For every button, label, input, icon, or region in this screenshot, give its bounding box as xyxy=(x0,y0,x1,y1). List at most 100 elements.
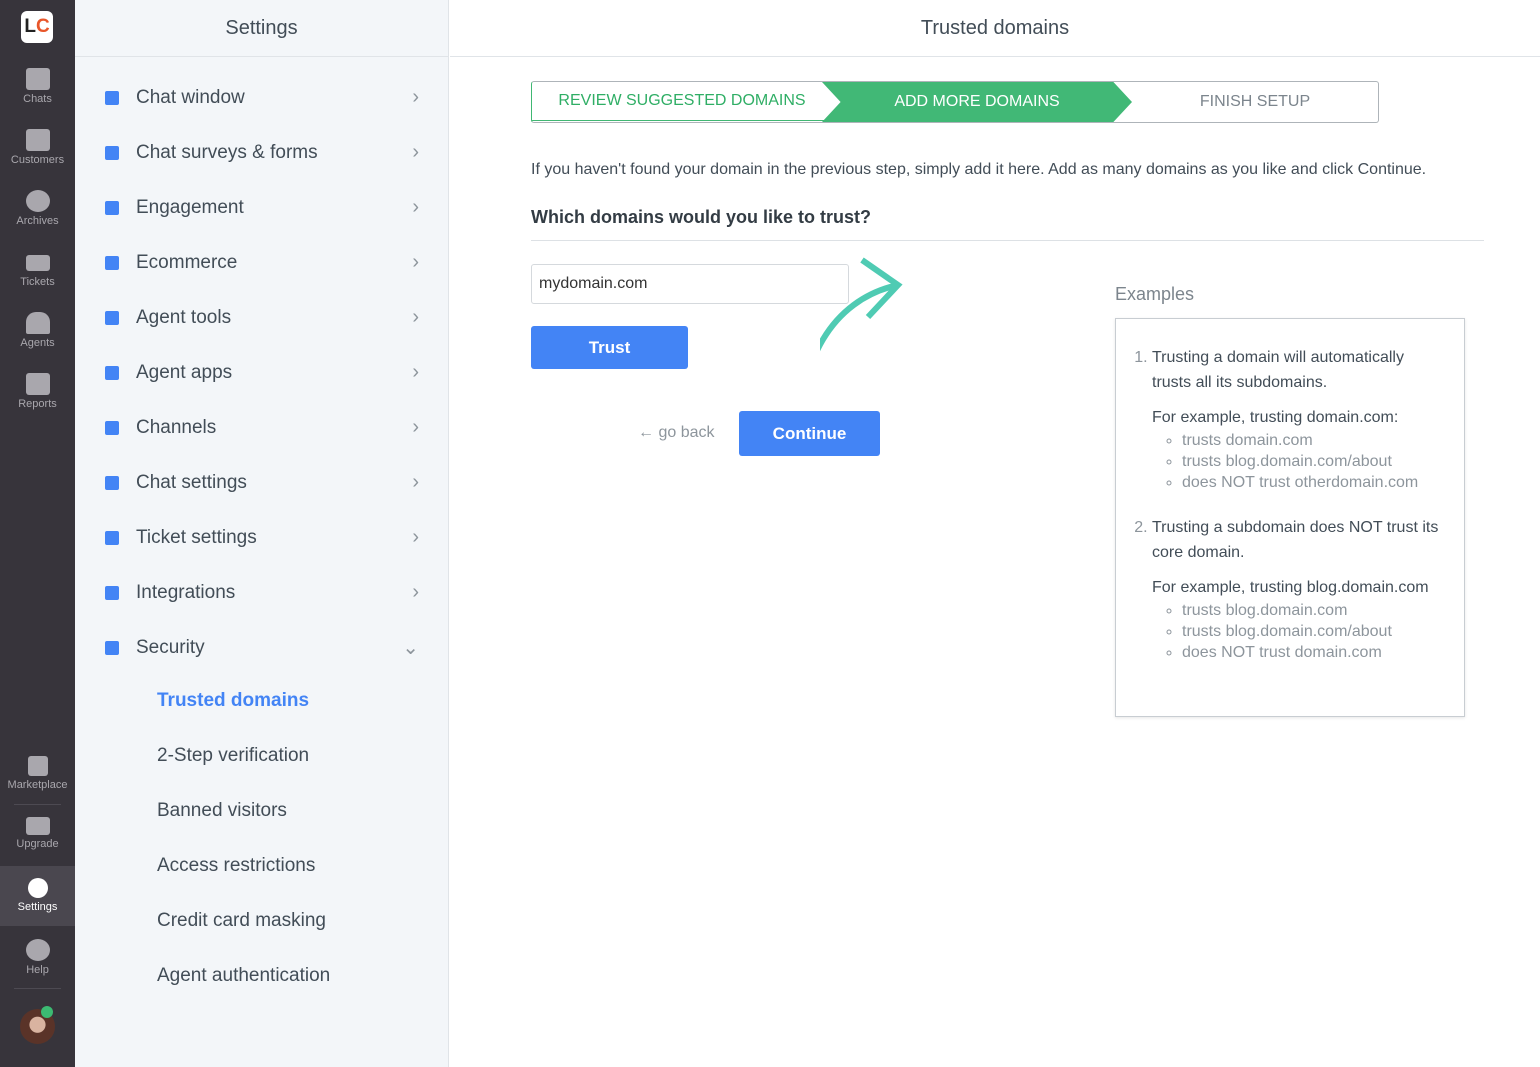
examples-box: Trusting a domain will automatically tru… xyxy=(1115,318,1465,717)
rail-label: Archives xyxy=(16,215,59,227)
agents-icon xyxy=(25,312,50,334)
divider xyxy=(14,804,61,805)
sidebar-item-integrations[interactable]: Integrations › xyxy=(75,565,449,620)
settings-sidebar: Settings Chat window › Chat surveys & form… xyxy=(75,0,449,1067)
rail-agents[interactable]: Agents xyxy=(0,312,75,349)
chat-icon xyxy=(25,68,50,90)
page-title: Trusted domains xyxy=(450,0,1540,57)
divider xyxy=(531,240,1484,241)
example-2-for: For example, trusting blog.domain.com xyxy=(1152,579,1429,596)
list-item: trusts blog.domain.com xyxy=(1182,600,1444,621)
sidebar-item-agent-tools[interactable]: Agent tools › xyxy=(75,290,449,345)
sidebar-title: Settings xyxy=(75,0,448,57)
ticket-icon xyxy=(25,255,50,271)
sidebar-subitem-banned-visitors[interactable]: Banned visitors xyxy=(157,800,287,822)
intro-text: If you haven't found your domain in the … xyxy=(531,161,1427,178)
sidebar-subitem-agent-authentication[interactable]: Agent authentication xyxy=(157,965,330,987)
sidebar-item-ticket-settings[interactable]: Ticket settings › xyxy=(75,510,449,565)
sidebar-item-label: Integrations xyxy=(136,581,236,603)
list-item: trusts blog.domain.com/about xyxy=(1182,621,1444,642)
sidebar-item-channels[interactable]: Channels › xyxy=(75,400,449,455)
clock-icon xyxy=(25,190,50,212)
rail-label: Reports xyxy=(18,398,57,410)
sidebar-item-label: Engagement xyxy=(136,196,244,218)
sidebar-item-label: Agent apps xyxy=(136,361,233,383)
example-1: Trusting a domain will automatically tru… xyxy=(1152,349,1404,391)
question-heading: Which domains would you like to trust? xyxy=(531,207,872,227)
integrations-icon xyxy=(105,585,119,600)
rail-label: Chats xyxy=(23,93,52,105)
list-item: does NOT trust domain.com xyxy=(1182,642,1444,663)
rail-label: Help xyxy=(26,964,49,976)
engagement-icon xyxy=(105,200,119,215)
gear-icon xyxy=(27,878,48,898)
agent-apps-icon xyxy=(105,365,119,380)
rail-tickets[interactable]: Tickets xyxy=(0,251,75,288)
chevron-right-icon: › xyxy=(412,251,419,273)
status-online-indicator xyxy=(41,1006,53,1018)
help-icon xyxy=(25,939,50,961)
sidebar-item-label: Chat surveys & forms xyxy=(136,141,318,163)
sidebar-subitem-trusted-domains[interactable]: Trusted domains xyxy=(157,690,309,712)
rail-chats[interactable]: Chats xyxy=(0,68,75,105)
sidebar-item-label: Ticket settings xyxy=(136,526,257,548)
list-item: trusts blog.domain.com/about xyxy=(1182,451,1444,472)
chevron-right-icon: › xyxy=(412,306,419,328)
chat-settings-icon xyxy=(105,475,119,490)
list-item: does NOT trust otherdomain.com xyxy=(1182,472,1444,493)
rail-upgrade[interactable]: Upgrade xyxy=(0,817,75,850)
sidebar-item-chat-window[interactable]: Chat window › xyxy=(75,70,449,125)
chat-window-icon xyxy=(105,90,119,105)
security-icon xyxy=(105,640,119,655)
step-finish[interactable]: FINISH SETUP xyxy=(1132,82,1378,122)
channels-icon xyxy=(105,420,119,435)
sidebar-item-chat-surveys-forms[interactable]: Chat surveys & forms › xyxy=(75,125,449,180)
sidebar-item-chat-settings[interactable]: Chat settings › xyxy=(75,455,449,510)
rail-reports[interactable]: Reports xyxy=(0,373,75,410)
sidebar-item-ecommerce[interactable]: Ecommerce › xyxy=(75,235,449,290)
sidebar-item-engagement[interactable]: Engagement › xyxy=(75,180,449,235)
rail-customers[interactable]: Customers xyxy=(0,129,75,166)
chevron-right-icon: › xyxy=(412,416,419,438)
ecommerce-icon xyxy=(105,255,119,270)
chevron-right-icon: › xyxy=(412,141,419,163)
sidebar-item-agent-apps[interactable]: Agent apps › xyxy=(75,345,449,400)
grid-icon xyxy=(27,756,48,776)
app-rail: LC Chats Customers Archives Tickets Agen… xyxy=(0,0,75,1067)
rail-label: Marketplace xyxy=(7,779,68,791)
setup-steps: REVIEW SUGGESTED DOMAINS ADD MORE DOMAIN… xyxy=(531,81,1379,123)
chevron-right-icon: › xyxy=(412,581,419,603)
sidebar-item-label: Chat settings xyxy=(136,471,247,493)
step-add-more[interactable]: ADD MORE DOMAINS xyxy=(822,82,1132,122)
chevron-right-icon: › xyxy=(412,196,419,218)
example-2: Trusting a subdomain does NOT trust its … xyxy=(1152,519,1439,561)
domain-input[interactable] xyxy=(531,264,849,304)
go-back-link[interactable]: ← go back xyxy=(638,424,714,442)
rail-settings[interactable]: Settings xyxy=(0,866,75,926)
livechat-logo[interactable]: LC xyxy=(21,11,53,43)
card-icon xyxy=(25,817,50,835)
trust-button[interactable]: Trust xyxy=(531,326,688,369)
sidebar-subitem-2-step-verification[interactable]: 2-Step verification xyxy=(157,745,309,767)
rail-label: Settings xyxy=(17,901,58,913)
sidebar-item-label: Agent tools xyxy=(136,306,232,328)
sidebar-item-label: Security xyxy=(136,636,205,658)
example-1-for: For example, trusting domain.com: xyxy=(1152,409,1399,426)
rail-help[interactable]: Help xyxy=(0,939,75,976)
chevron-right-icon: › xyxy=(412,86,419,108)
customers-icon xyxy=(25,129,50,151)
chevron-down-icon: ⌄ xyxy=(402,637,419,659)
continue-button[interactable]: Continue xyxy=(739,411,880,456)
rail-archives[interactable]: Archives xyxy=(0,190,75,227)
agent-tools-icon xyxy=(105,310,119,325)
main-panel: Trusted domains REVIEW SUGGESTED DOMAINS… xyxy=(450,0,1540,1067)
rail-marketplace[interactable]: Marketplace xyxy=(0,756,75,791)
chevron-right-icon: › xyxy=(412,361,419,383)
step-review[interactable]: REVIEW SUGGESTED DOMAINS xyxy=(532,82,832,121)
rail-label: Tickets xyxy=(20,276,55,288)
chat-surveys-forms-icon xyxy=(105,145,119,160)
sidebar-subitem-access-restrictions[interactable]: Access restrictions xyxy=(157,855,315,877)
sidebar-subitem-credit-card-masking[interactable]: Credit card masking xyxy=(157,910,326,932)
sidebar-item-security[interactable]: Security ⌄ xyxy=(75,620,449,675)
ticket-settings-icon xyxy=(105,530,119,545)
